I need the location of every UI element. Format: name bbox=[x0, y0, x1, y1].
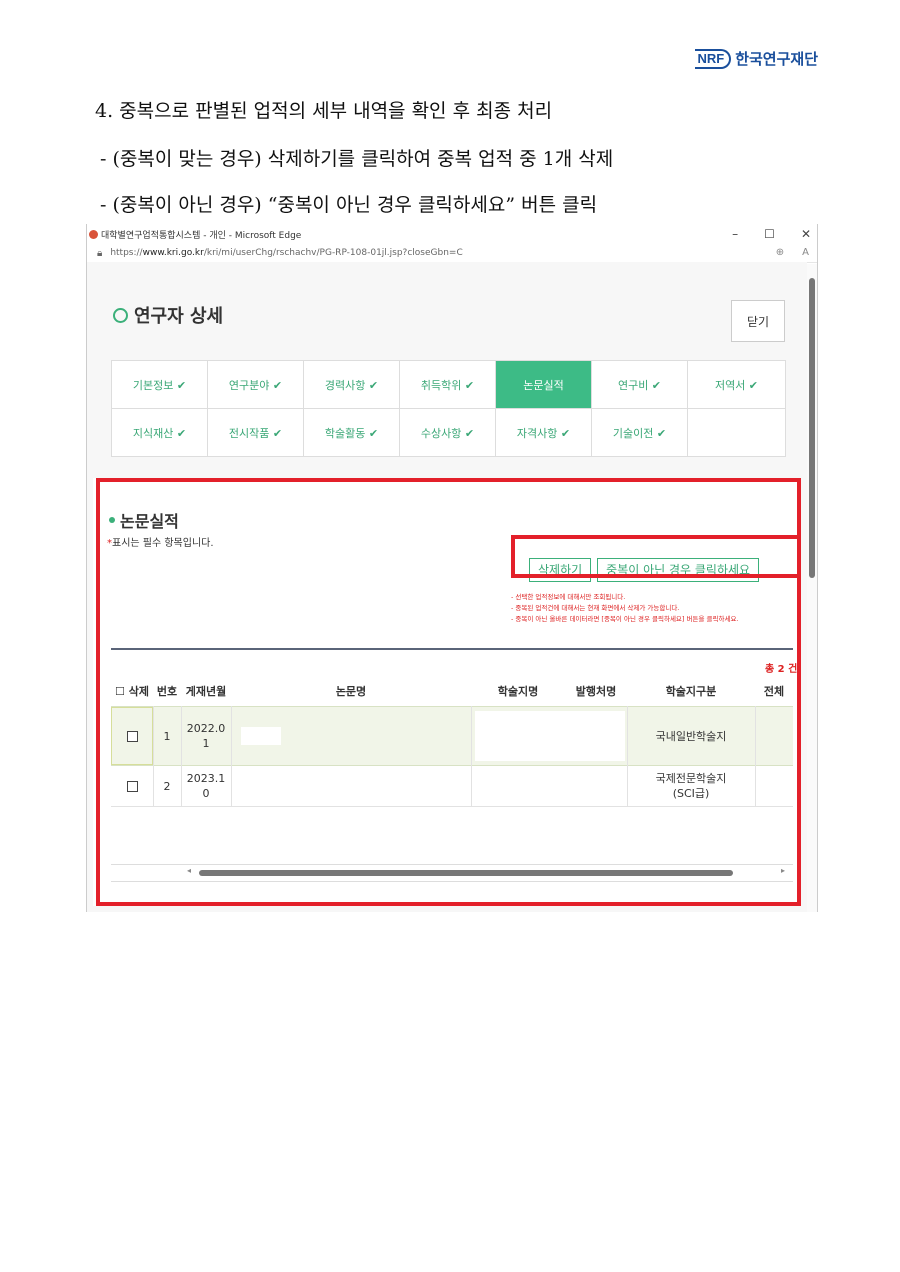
tab-papers[interactable]: 논문실적 bbox=[496, 361, 592, 409]
tab-career[interactable]: 경력사항 ✔ bbox=[304, 361, 400, 409]
read-aloud-icon[interactable]: A bbox=[802, 247, 809, 258]
vertical-scroll-thumb[interactable] bbox=[809, 278, 815, 578]
url-prefix: https:// bbox=[110, 248, 143, 258]
tab-ip[interactable]: 지식재산 ✔ bbox=[112, 409, 208, 457]
maximize-button[interactable]: ☐ bbox=[764, 227, 775, 241]
tab-qualifications[interactable]: 자격사항 ✔ bbox=[496, 409, 592, 457]
tab-exhibition[interactable]: 전시작품 ✔ bbox=[208, 409, 304, 457]
url-host: www.kri.go.kr bbox=[142, 248, 204, 258]
page-header: 연구자 상세 bbox=[113, 302, 223, 328]
vertical-scrollbar[interactable] bbox=[807, 264, 817, 912]
tab-tech-transfer[interactable]: 기술이전 ✔ bbox=[592, 409, 688, 457]
address-bar[interactable]: 🔒︎ https://www.kri.go.kr/kri/mi/userChg/… bbox=[87, 244, 817, 263]
nrf-logo: NRF 한국연구재단 bbox=[695, 48, 818, 69]
close-window-button[interactable]: ✕ bbox=[801, 227, 811, 241]
instruction-not-duplicate: - (중복이 아닌 경우) “중복이 아닌 경우 클릭하세요” 버튼 클릭 bbox=[100, 194, 598, 216]
window-title: 대학별연구업적통합시스템 - 개인 - Microsoft Edge bbox=[101, 230, 302, 241]
tab-awards[interactable]: 수상사항 ✔ bbox=[400, 409, 496, 457]
minimize-button[interactable]: – bbox=[732, 227, 738, 241]
instruction-step: 4. 중복으로 판별된 업적의 세부 내역을 확인 후 최종 처리 bbox=[95, 100, 553, 122]
tab-degree[interactable]: 취득학위 ✔ bbox=[400, 361, 496, 409]
instruction-duplicate: - (중복이 맞는 경우) 삭제하기를 클릭하여 중복 업적 중 1개 삭제 bbox=[100, 148, 614, 170]
logo-name: 한국연구재단 bbox=[735, 50, 818, 68]
tab-academic-activity[interactable]: 학술활동 ✔ bbox=[304, 409, 400, 457]
zoom-icon[interactable]: ⊕ bbox=[776, 247, 784, 258]
tab-books[interactable]: 저역서 ✔ bbox=[688, 361, 786, 409]
tab-research-fund[interactable]: 연구비 ✔ bbox=[592, 361, 688, 409]
edge-browser-icon bbox=[89, 229, 98, 239]
close-button[interactable]: 닫기 bbox=[731, 300, 785, 342]
highlight-action-buttons bbox=[511, 535, 801, 578]
url-path: /kri/mi/userChg/rschachv/PG-RP-108-01jl.… bbox=[203, 248, 463, 258]
page-title: 연구자 상세 bbox=[134, 306, 224, 327]
category-tabs: 기본정보 ✔ 연구분야 ✔ 경력사항 ✔ 취득학위 ✔ 논문실적 연구비 ✔ 저… bbox=[111, 360, 786, 457]
tab-empty bbox=[688, 409, 786, 457]
logo-mark: NRF bbox=[695, 48, 732, 69]
circle-icon bbox=[113, 307, 128, 323]
tab-research-field[interactable]: 연구분야 ✔ bbox=[208, 361, 304, 409]
window-titlebar: 대학별연구업적통합시스템 - 개인 - Microsoft Edge – ☐ ✕ bbox=[87, 224, 817, 244]
tab-basic-info[interactable]: 기본정보 ✔ bbox=[112, 361, 208, 409]
lock-icon: 🔒︎ bbox=[97, 247, 103, 259]
